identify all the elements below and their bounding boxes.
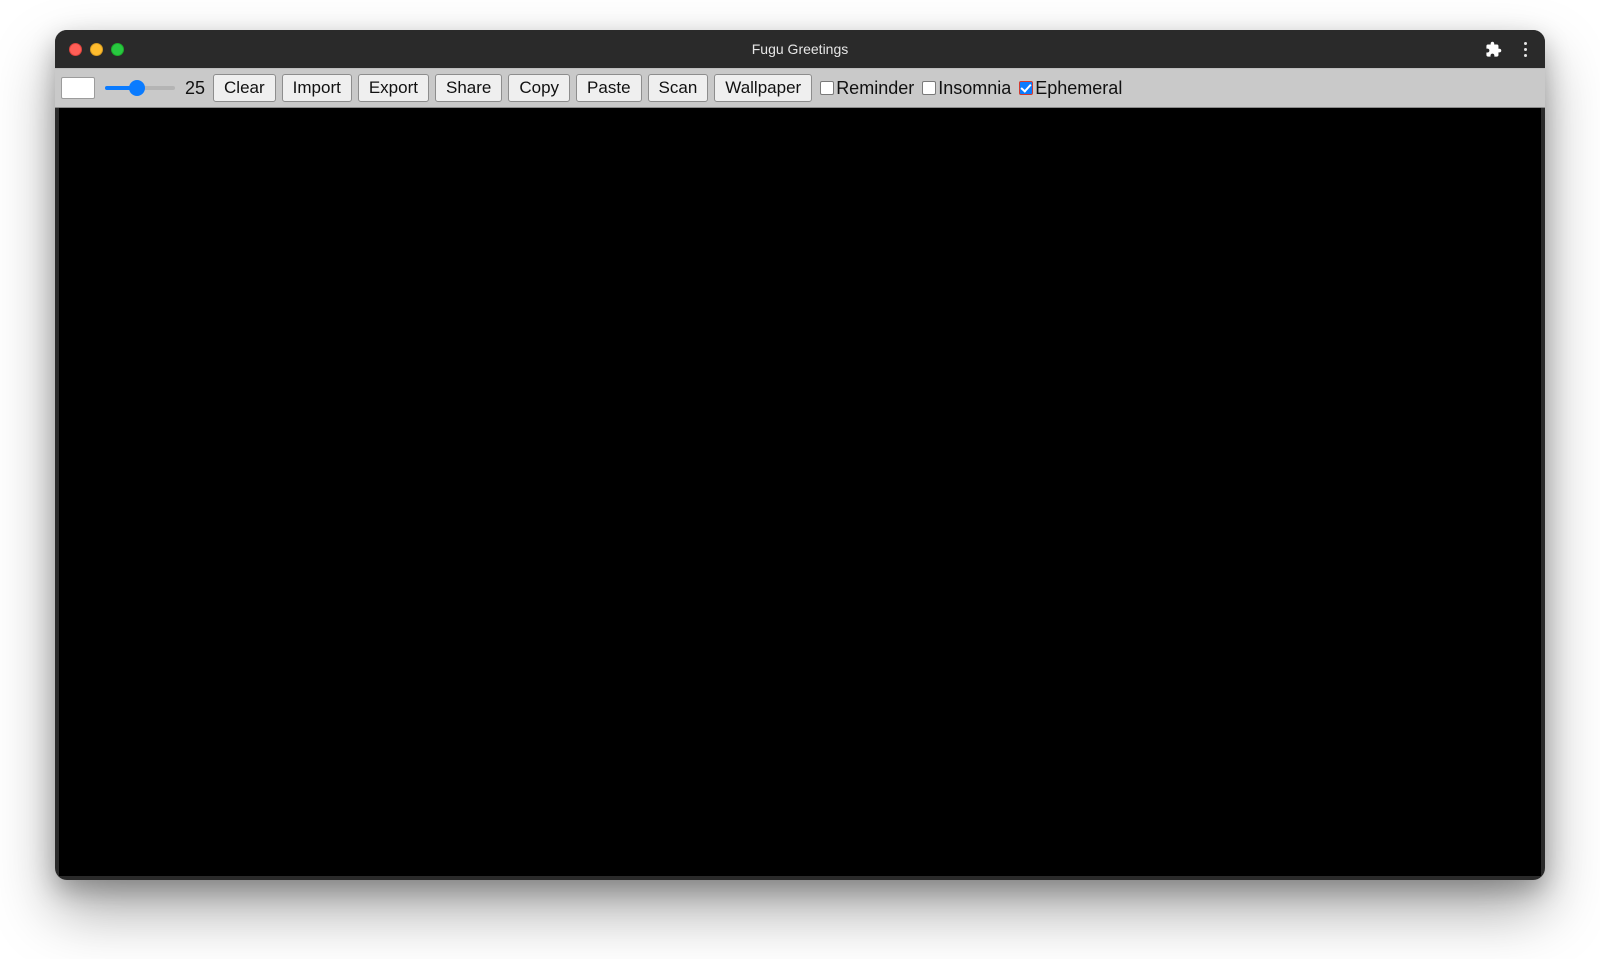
toolbar: 25 Clear Import Export Share Copy Paste … <box>55 68 1545 108</box>
close-window-button[interactable] <box>69 43 82 56</box>
drawing-canvas[interactable] <box>59 108 1541 876</box>
import-button[interactable]: Import <box>282 74 352 102</box>
paste-button[interactable]: Paste <box>576 74 641 102</box>
insomnia-checkbox[interactable] <box>922 81 936 95</box>
window-title: Fugu Greetings <box>752 41 849 57</box>
share-button[interactable]: Share <box>435 74 502 102</box>
window-controls <box>69 43 124 56</box>
copy-button[interactable]: Copy <box>508 74 570 102</box>
brush-size-slider[interactable] <box>105 79 175 97</box>
maximize-window-button[interactable] <box>111 43 124 56</box>
reminder-label[interactable]: Reminder <box>836 78 914 99</box>
minimize-window-button[interactable] <box>90 43 103 56</box>
wallpaper-button[interactable]: Wallpaper <box>714 74 812 102</box>
ephemeral-label[interactable]: Ephemeral <box>1035 78 1122 99</box>
app-window: Fugu Greetings 25 Clear <box>55 30 1545 880</box>
brush-size-value: 25 <box>185 78 205 99</box>
insomnia-label[interactable]: Insomnia <box>938 78 1011 99</box>
ephemeral-checkbox[interactable] <box>1019 81 1033 95</box>
color-picker[interactable] <box>61 77 95 99</box>
slider-thumb[interactable] <box>129 80 145 96</box>
reminder-checkbox[interactable] <box>820 81 834 95</box>
titlebar: Fugu Greetings <box>55 30 1545 68</box>
clear-button[interactable]: Clear <box>213 74 276 102</box>
extension-icon[interactable] <box>1485 41 1502 58</box>
scan-button[interactable]: Scan <box>648 74 709 102</box>
export-button[interactable]: Export <box>358 74 429 102</box>
menu-icon[interactable] <box>1520 38 1531 61</box>
